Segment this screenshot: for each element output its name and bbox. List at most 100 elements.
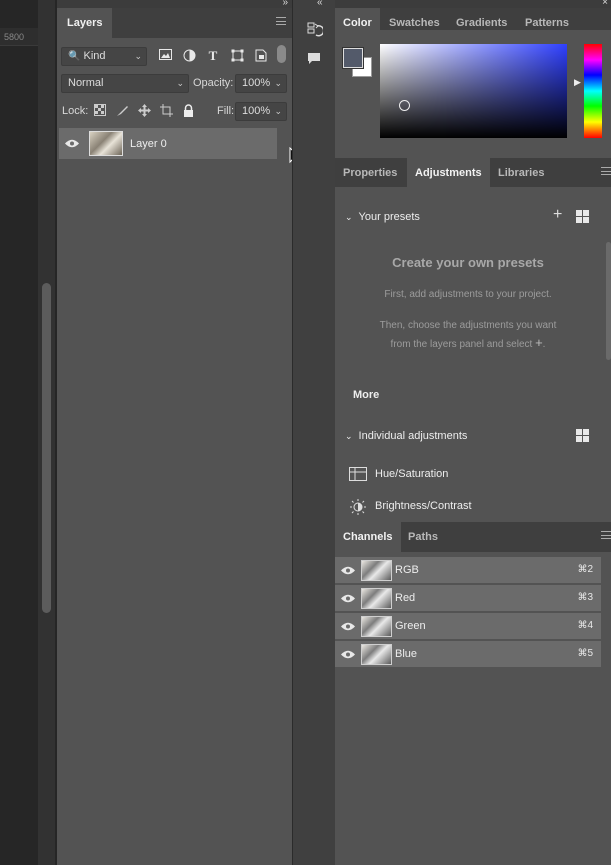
eye-icon[interactable] (341, 566, 355, 575)
adjustment-filter-icon[interactable] (182, 49, 196, 63)
tab-libraries[interactable]: Libraries (490, 158, 552, 188)
channel-name: Green (395, 620, 426, 632)
more-link[interactable]: More (353, 389, 379, 401)
panel-menu-icon[interactable] (601, 531, 611, 539)
individual-adjustments-header[interactable]: ⌄ Individual adjustments (345, 430, 467, 442)
lock-position-icon[interactable] (137, 104, 151, 118)
lock-transparent-pixels-icon[interactable] (93, 104, 107, 118)
collapse-right-icon[interactable]: » (282, 0, 287, 8)
create-presets-line3-wrap: from the layers panel and select +. (335, 335, 601, 350)
adjustment-label: Hue/Saturation (375, 467, 449, 480)
channel-row-rgb[interactable]: RGB ⌘2 (335, 557, 601, 584)
create-presets-line3: from the layers panel and select (390, 339, 533, 350)
brightness-contrast-icon (349, 499, 367, 515)
panel-collapse-bar[interactable]: » (57, 0, 292, 8)
add-preset-icon[interactable]: + (553, 206, 562, 224)
eye-icon[interactable] (341, 622, 355, 631)
lock-all-icon[interactable] (181, 104, 195, 118)
chevron-down-icon: ⌄ (345, 212, 353, 222)
fill-value: 100% (242, 105, 271, 117)
tab-adjustments-label: Adjustments (415, 167, 482, 179)
chevron-down-icon: ⌄ (134, 51, 142, 61)
filter-toggle-switch[interactable] (277, 45, 286, 63)
tab-properties-label: Properties (343, 167, 398, 179)
create-presets-title: Create your own presets (392, 255, 544, 270)
adjustment-brightness-contrast[interactable]: Brightness/Contrast (349, 499, 472, 515)
tab-libraries-label: Libraries (498, 167, 545, 179)
tab-paths-label: Paths (408, 531, 438, 543)
panel-collapse-bar[interactable]: × (335, 0, 611, 8)
your-presets-header[interactable]: ⌄ Your presets (345, 211, 420, 223)
channel-shortcut: ⌘2 (577, 564, 593, 575)
grid-view-icon[interactable] (576, 210, 589, 223)
adjustments-panel: ⌄ Your presets + Create your own presets … (335, 187, 611, 521)
filter-kind-dropdown[interactable]: 🔍 Kind ⌄ (61, 47, 147, 66)
chevron-down-icon: ⌄ (345, 431, 353, 441)
pixel-filter-icon[interactable] (158, 49, 172, 63)
history-icon[interactable] (307, 22, 325, 41)
tab-channels-label: Channels (343, 531, 393, 543)
blend-mode-dropdown[interactable]: Normal ⌄ (61, 74, 189, 93)
opacity-input[interactable]: 100% ⌄ (235, 74, 287, 93)
adjustment-hue-saturation[interactable]: Hue/Saturation (349, 467, 448, 481)
hue-saturation-icon (349, 467, 367, 481)
eye-icon[interactable] (65, 139, 79, 148)
hue-slider-arrow-icon[interactable]: ▶ (574, 77, 581, 88)
close-panel-icon[interactable]: × (602, 0, 608, 8)
type-filter-icon[interactable]: T (206, 49, 220, 63)
collapsed-panel-strip: « (292, 0, 335, 865)
channel-shortcut: ⌘5 (577, 648, 593, 659)
layers-panel: » Layers 🔍 Kind ⌄ T Normal ⌄ Opacity: 10… (57, 0, 292, 865)
tab-paths[interactable]: Paths (400, 522, 446, 552)
color-picker-ring[interactable] (399, 100, 410, 111)
lock-artboard-icon[interactable] (159, 104, 173, 118)
tab-gradients-label: Gradients (456, 17, 508, 29)
tab-adjustments[interactable]: Adjustments (407, 158, 490, 188)
color-field[interactable] (380, 44, 567, 138)
channel-name: Blue (395, 648, 418, 660)
foreground-color-swatch[interactable] (343, 48, 363, 68)
tab-channels[interactable]: Channels (335, 522, 401, 552)
channel-shortcut: ⌘3 (577, 592, 593, 603)
create-presets-line3-suffix: . (542, 339, 546, 350)
ruler-value: 5800 (4, 32, 25, 42)
opacity-label: Opacity: (193, 77, 234, 89)
channel-thumbnail (361, 560, 392, 581)
chevron-down-icon: ⌄ (274, 78, 282, 88)
filter-kind-value: Kind (83, 50, 106, 62)
tab-properties[interactable]: Properties (335, 158, 405, 188)
canvas-scrollbar[interactable] (38, 0, 56, 865)
panel-menu-icon[interactable] (276, 17, 286, 25)
panel-menu-icon[interactable] (601, 167, 611, 175)
hue-slider[interactable] (584, 44, 602, 138)
fill-input[interactable]: 100% ⌄ (235, 102, 287, 121)
blend-mode-value: Normal (68, 77, 104, 89)
adjustments-scrollbar[interactable] (606, 242, 611, 360)
create-presets-line1: First, add adjustments to your project. (384, 289, 552, 300)
lock-label: Lock: (62, 105, 89, 117)
collapse-left-icon[interactable]: « (317, 0, 323, 8)
comments-icon[interactable] (307, 52, 321, 68)
channel-name: RGB (395, 564, 419, 576)
channel-row-green[interactable]: Green ⌘4 (335, 613, 601, 640)
scrollbar-thumb[interactable] (42, 283, 51, 613)
layers-tabbar: Layers (57, 8, 292, 38)
right-panel-column: × Color Swatches Gradients Patterns ▶ Pr… (335, 0, 611, 865)
tab-layers[interactable]: Layers (57, 8, 113, 38)
plus-icon: + (535, 335, 543, 350)
grid-view-icon[interactable] (576, 429, 589, 442)
channel-thumbnail (361, 616, 392, 637)
channel-thumbnail (361, 588, 392, 609)
layer-row[interactable]: Layer 0 (59, 128, 277, 159)
fill-label: Fill: (217, 105, 235, 117)
shape-filter-icon[interactable] (230, 49, 244, 63)
channel-thumbnail (361, 644, 392, 665)
smart-object-filter-icon[interactable] (254, 49, 268, 63)
layer-name[interactable]: Layer 0 (130, 138, 167, 150)
eye-icon[interactable] (341, 650, 355, 659)
channel-row-red[interactable]: Red ⌘3 (335, 585, 601, 612)
eye-icon[interactable] (341, 594, 355, 603)
lock-image-pixels-icon[interactable] (115, 104, 129, 118)
channel-row-blue[interactable]: Blue ⌘5 (335, 641, 601, 668)
canvas-area[interactable]: 5800 (0, 0, 38, 865)
